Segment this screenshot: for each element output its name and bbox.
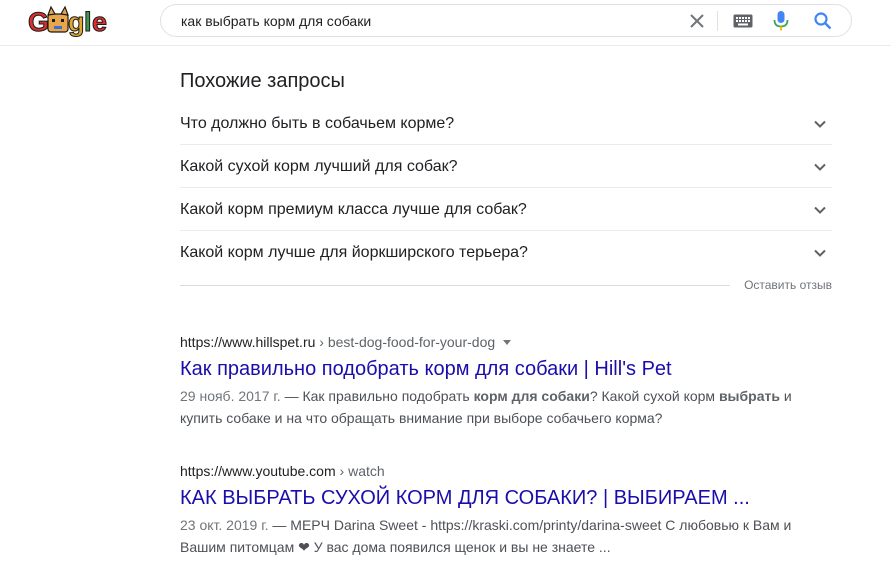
result-snippet: 29 нояб. 2017 г. — Как правильно подобра… [180,385,820,429]
chevron-down-icon [812,116,828,132]
related-question-text: Какой корм лучше для йоркширского терьер… [180,244,528,261]
result-title-link[interactable]: Как правильно подобрать корм для собаки … [180,356,820,382]
search-result: https://www.hillspet.ru › best-dog-food-… [180,333,820,429]
result-path: › watch [335,463,385,479]
snippet-highlight: корм для собаки [473,388,590,404]
related-question-item[interactable]: Какой корм премиум класса лучше для соба… [180,188,832,231]
related-questions: Похожие запросы Что должно быть в собачь… [180,66,832,296]
google-doodle-logo[interactable]: G g l e [28,4,120,38]
feedback-divider [180,285,730,286]
google-logo-icon: G g l e [28,5,108,38]
related-question-text: Какой сухой корм лучший для собак? [180,158,458,175]
search-icon[interactable] [813,11,833,31]
chevron-down-icon [812,245,828,261]
clear-icon[interactable] [687,11,707,31]
feedback-link[interactable]: Оставить отзыв [744,278,832,292]
chevron-down-icon [812,202,828,218]
result-title-link[interactable]: КАК ВЫБРАТЬ СУХОЙ КОРМ ДЛЯ СОБАКИ? | ВЫБ… [180,485,820,511]
result-date: 23 окт. 2019 г. [180,517,269,533]
result-snippet: 23 окт. 2019 г. — МЕРЧ Darina Sweet - ht… [180,514,820,558]
search-input[interactable]: как выбрать корм для собаки [181,13,371,29]
svg-text:g: g [68,7,85,37]
top-bar: G g l e как выбрать корм для собаки [0,0,891,46]
related-question-text: Какой корм премиум класса лучше для соба… [180,201,527,218]
related-question-item[interactable]: Какой сухой корм лучший для собак? [180,145,832,188]
svg-text:e: e [92,7,107,37]
snippet-text: ? Какой сухой корм [589,388,719,404]
related-question-item[interactable]: Что должно быть в собачьем корме? [180,102,832,145]
feedback-row: Оставить отзыв [180,276,832,296]
result-domain: https://www.hillspet.ru [180,334,316,350]
related-questions-title: Похожие запросы [180,70,345,92]
svg-text:l: l [84,7,92,37]
dropdown-arrow-icon[interactable] [503,339,512,345]
keyboard-icon[interactable] [733,14,753,28]
chevron-down-icon [812,159,828,175]
snippet-text: — МЕРЧ Darina Sweet - https://kraski.com… [180,517,792,555]
result-domain: https://www.youtube.com [180,463,336,479]
snippet-highlight: выбрать [718,388,780,404]
svg-text:G: G [28,7,49,37]
result-path: › best-dog-food-for-your-dog [315,334,496,350]
search-result: https://www.youtube.com › watch КАК ВЫБР… [180,462,820,558]
search-divider [717,11,718,31]
snippet-text: — Как правильно подобрать [280,388,474,404]
search-box[interactable]: как выбрать корм для собаки [160,4,852,37]
result-url[interactable]: https://www.hillspet.ru › best-dog-food-… [180,333,820,351]
result-url[interactable]: https://www.youtube.com › watch [180,462,820,480]
related-question-item[interactable]: Какой корм лучше для йоркширского терьер… [180,231,832,274]
mic-icon[interactable] [771,10,791,32]
related-question-text: Что должно быть в собачьем корме? [180,115,455,132]
result-date: 29 нояб. 2017 г. [180,388,281,404]
